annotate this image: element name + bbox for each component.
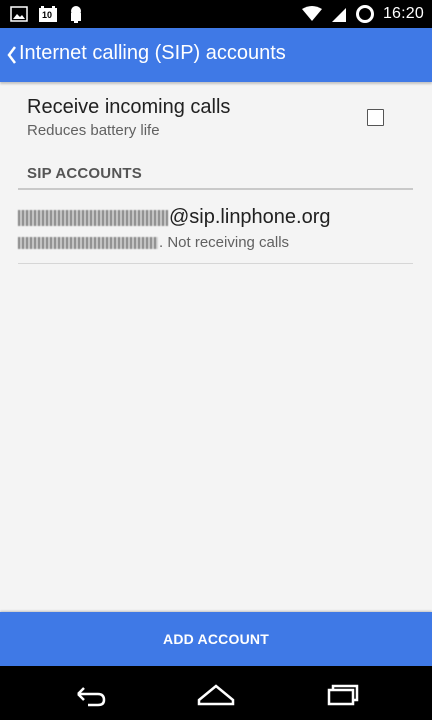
preference-summary: Reduces battery life bbox=[27, 122, 160, 139]
app-bar: Internet calling (SIP) accounts bbox=[0, 28, 432, 82]
home-icon[interactable] bbox=[195, 680, 237, 708]
navigation-bar bbox=[0, 666, 432, 720]
preference-title: Receive incoming calls bbox=[27, 96, 231, 118]
status-right-icons: 16:20 bbox=[301, 4, 424, 24]
section-divider bbox=[18, 188, 413, 190]
calendar-icon: 10 bbox=[38, 5, 58, 23]
back-chevron-icon[interactable] bbox=[6, 44, 18, 66]
account-title: @sip.linphone.org bbox=[18, 206, 331, 229]
receive-incoming-calls-checkbox[interactable] bbox=[367, 109, 384, 126]
status-time: 16:20 bbox=[382, 5, 424, 22]
signal-icon bbox=[331, 5, 347, 23]
calendar-day-number: 10 bbox=[42, 10, 53, 20]
account-domain: @sip.linphone.org bbox=[169, 206, 331, 228]
section-header: SIP ACCOUNTS bbox=[27, 165, 142, 182]
account-status: . Not receiving calls bbox=[159, 234, 290, 251]
wifi-icon bbox=[301, 5, 323, 23]
account-summary: . Not receiving calls bbox=[18, 234, 289, 251]
redacted-username bbox=[18, 209, 168, 226]
recent-apps-icon[interactable] bbox=[323, 680, 361, 708]
page-title: Internet calling (SIP) accounts bbox=[19, 42, 286, 64]
status-left-icons: 10 bbox=[10, 5, 84, 23]
image-icon bbox=[10, 6, 28, 22]
sync-circle-icon bbox=[355, 4, 375, 24]
add-account-button[interactable]: ADD ACCOUNT bbox=[0, 612, 432, 666]
account-divider bbox=[18, 263, 413, 264]
status-bar: 10 16:20 bbox=[0, 0, 432, 28]
sip-account-item[interactable]: @sip.linphone.org . Not receiving calls bbox=[18, 200, 413, 264]
notification-lock-icon bbox=[68, 5, 84, 23]
redacted-account-status bbox=[18, 236, 158, 249]
back-icon[interactable] bbox=[70, 680, 110, 708]
receive-incoming-calls-preference[interactable]: Receive incoming calls Reduces battery l… bbox=[27, 96, 407, 148]
